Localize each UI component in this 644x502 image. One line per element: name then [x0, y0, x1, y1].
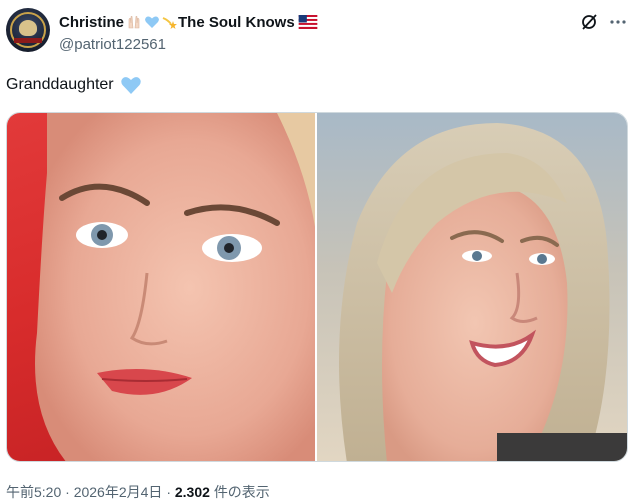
us-flag-emoji	[298, 15, 318, 29]
blue-heart-emoji	[145, 16, 159, 28]
photo-right[interactable]	[317, 113, 627, 461]
raised-hands-emoji	[128, 16, 140, 29]
tweet-date[interactable]: 2026年2月4日	[74, 484, 163, 500]
author-name-row[interactable]: Christine The Soul Knows	[59, 11, 318, 33]
avatar[interactable]	[6, 8, 50, 52]
tweet-meta: 午前5:20 · 2026年2月4日 · 2.302 件の表示	[6, 482, 270, 502]
portrait-left-image	[35, 113, 315, 461]
eagle-icon	[19, 20, 37, 36]
display-name-suffix[interactable]: The Soul Knows	[178, 14, 295, 31]
photo-left[interactable]	[7, 113, 315, 461]
tweet-time[interactable]: 午前5:20	[6, 484, 61, 500]
view-count: 2.302	[174, 484, 210, 500]
view-count-label: 件の表示	[213, 484, 270, 500]
author-handle[interactable]: @patriot122561	[59, 36, 166, 53]
portrait-right-image	[339, 123, 627, 461]
separator: ·	[65, 484, 70, 500]
more-options-icon[interactable]	[608, 12, 628, 32]
tweet-text: Granddaughter	[6, 74, 142, 96]
tweet-text-content: Granddaughter	[6, 76, 114, 93]
shooting-star-emoji	[162, 17, 178, 29]
display-name[interactable]: Christine	[59, 14, 124, 31]
avatar-banner	[14, 38, 42, 43]
separator: ·	[166, 484, 171, 500]
blue-heart-emoji	[120, 77, 141, 94]
grok-icon[interactable]	[579, 12, 599, 32]
tweet-media[interactable]	[6, 112, 628, 462]
